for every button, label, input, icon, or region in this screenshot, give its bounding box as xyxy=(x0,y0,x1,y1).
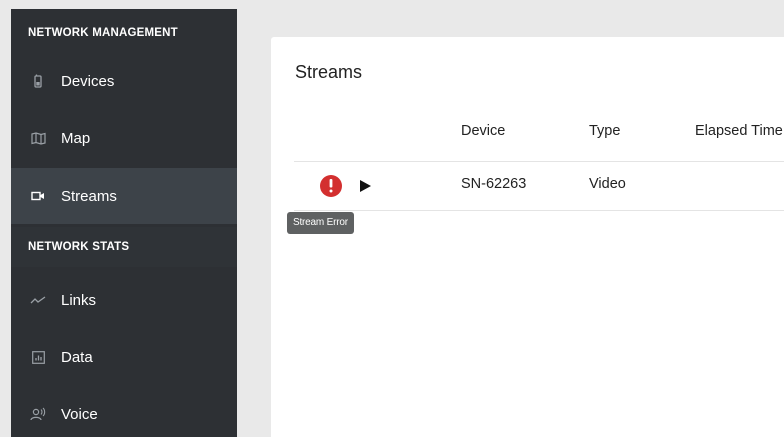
device-icon xyxy=(30,73,46,89)
sidebar-item-streams[interactable]: Streams xyxy=(11,168,237,224)
trend-line-icon xyxy=(30,292,46,308)
table-header: Device Type Elapsed Time xyxy=(294,107,784,162)
type-cell: Video xyxy=(589,176,626,192)
sidebar-item-links[interactable]: Links xyxy=(11,272,237,328)
sidebar-item-label: Streams xyxy=(61,187,117,205)
voice-icon xyxy=(30,406,46,422)
section-header-network-management: NETWORK MANAGEMENT xyxy=(28,27,178,39)
streams-card: Streams Device Type Elapsed Time SN-6226… xyxy=(271,37,784,437)
error-status-icon[interactable] xyxy=(320,175,342,197)
play-icon[interactable] xyxy=(358,179,372,193)
column-header-device[interactable]: Device xyxy=(461,123,505,139)
video-camera-icon xyxy=(30,188,46,204)
sidebar-item-label: Voice xyxy=(61,405,98,423)
sidebar-item-map[interactable]: Map xyxy=(11,110,237,166)
section-header-network-stats: NETWORK STATS xyxy=(11,227,237,267)
sidebar-item-label: Map xyxy=(61,129,91,147)
sidebar-item-label: Devices xyxy=(61,72,115,90)
device-cell: SN-62263 xyxy=(461,176,527,192)
map-icon xyxy=(30,130,46,146)
sidebar-item-data[interactable]: Data xyxy=(11,329,237,385)
app-root: NETWORK MANAGEMENT Devices Map Streams N… xyxy=(0,0,784,437)
page-title: Streams xyxy=(295,62,363,82)
table-row[interactable]: SN-62263 Video xyxy=(294,162,784,211)
sidebar-item-label: Links xyxy=(61,291,97,309)
column-header-type[interactable]: Type xyxy=(589,123,620,139)
sidebar: NETWORK MANAGEMENT Devices Map Streams N… xyxy=(11,9,237,437)
sidebar-item-label: Data xyxy=(61,348,93,366)
sidebar-item-voice[interactable]: Voice xyxy=(11,386,237,437)
column-header-elapsed-time[interactable]: Elapsed Time xyxy=(695,123,783,139)
bar-chart-icon xyxy=(30,349,46,365)
sidebar-item-devices[interactable]: Devices xyxy=(11,53,237,109)
stream-error-tooltip: Stream Error xyxy=(287,212,354,234)
